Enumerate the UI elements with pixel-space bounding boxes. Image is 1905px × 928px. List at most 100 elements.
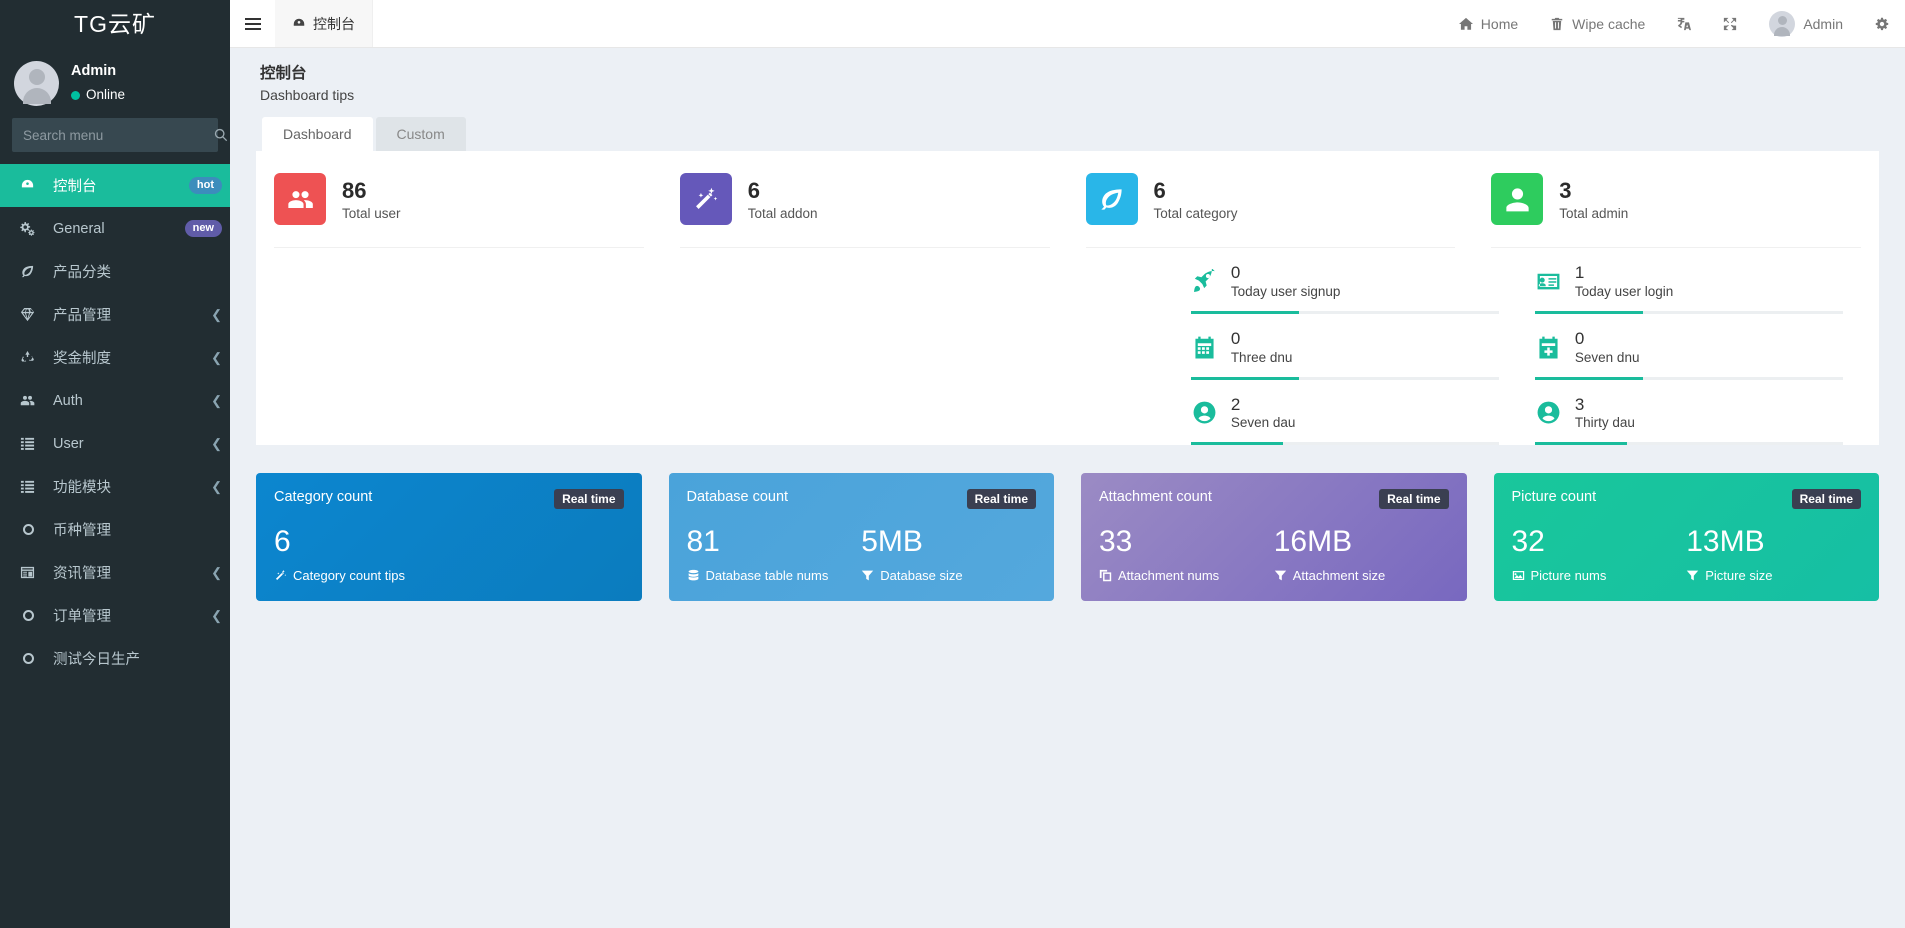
gradient-metric-label-wrap: Picture nums bbox=[1512, 568, 1687, 583]
mini-value: 1 bbox=[1574, 263, 1585, 283]
gradient-card-2: Attachment count Real time 33 Attachment nu… bbox=[1081, 473, 1467, 602]
sidebar-item-11[interactable]: 测试今日生产 bbox=[0, 637, 230, 680]
sidebar-item-0[interactable]: 控制台 hot bbox=[0, 164, 230, 207]
stat-label: Total category bbox=[1153, 205, 1238, 221]
stat-text: 6 Total category bbox=[1154, 178, 1238, 221]
navbar-item-label: Wipe cache bbox=[1572, 15, 1646, 32]
rocket-icon bbox=[1193, 269, 1215, 293]
sidebar-link[interactable]: 产品管理 ❮ bbox=[0, 293, 230, 336]
sidebar-item-3[interactable]: 产品管理 ❮ bbox=[0, 293, 230, 336]
tab-dashboard[interactable]: Dashboard bbox=[262, 117, 373, 152]
circle-icon bbox=[20, 653, 44, 664]
stat-icon-wrap bbox=[1085, 173, 1138, 226]
user-circle-icon bbox=[1193, 402, 1216, 424]
nav-tab-dashboard[interactable]: 控制台 bbox=[275, 0, 373, 47]
stat-value: 6 bbox=[1153, 177, 1166, 203]
chevron-left-icon: ❮ bbox=[211, 435, 222, 451]
sidebar-item-9[interactable]: 资讯管理 ❮ bbox=[0, 551, 230, 594]
sidebar-menu: 控制台 hot General new 产品分类 产品管理 ❮ 奖金制度 ❮ Auth ❮ User ❮… bbox=[0, 164, 230, 680]
sidebar-item-1[interactable]: General new bbox=[0, 207, 230, 250]
sidebar-item-label: 测试今日生产 bbox=[53, 652, 140, 668]
navbar-item-label: Admin bbox=[1803, 15, 1843, 32]
stat-text: 6 Total addon bbox=[748, 178, 818, 221]
mini-stat-4: 2 Seven dau bbox=[1173, 380, 1517, 446]
gears-icon bbox=[20, 221, 35, 236]
nav-tab-label: 控制台 bbox=[313, 15, 355, 32]
tab-custom[interactable]: Custom bbox=[375, 117, 466, 152]
gradient-card-title: Database count bbox=[686, 489, 789, 506]
sidebar-link[interactable]: 奖金制度 ❮ bbox=[0, 336, 230, 379]
brand-logo[interactable]: TG云矿 bbox=[0, 0, 230, 48]
mini-progress bbox=[1190, 442, 1499, 446]
search-input[interactable] bbox=[13, 127, 210, 143]
avatar bbox=[14, 60, 59, 106]
mini-progress bbox=[1534, 310, 1843, 314]
sidebar-item-label: 产品分类 bbox=[53, 265, 111, 281]
bars-icon[interactable] bbox=[230, 0, 275, 47]
gradient-metric-label-wrap: Attachment nums bbox=[1099, 568, 1274, 583]
sidebar-link[interactable]: 产品分类 bbox=[0, 250, 230, 293]
sidebar-link[interactable]: Auth ❮ bbox=[0, 379, 230, 422]
sidebar-link[interactable]: 测试今日生产 bbox=[0, 637, 230, 680]
navbar-item-wipe-cache[interactable]: Wipe cache bbox=[1534, 0, 1661, 47]
sidebar-search bbox=[0, 118, 230, 164]
clone-icon bbox=[1099, 570, 1112, 582]
stat-text: 86 Total user bbox=[342, 178, 401, 221]
navbar-item-language-icon[interactable] bbox=[1661, 0, 1707, 47]
gradient-metric-label-wrap: Database size bbox=[861, 568, 1036, 583]
app-root: TG云矿 Admin Online 控制台 hot General new 产品分类产品… bbox=[0, 0, 1905, 928]
mini-stats-grid: 0 Today user signup 1 Today user login 0 Thre… bbox=[1155, 248, 1861, 446]
gradient-metric-label: Attachment nums bbox=[1118, 568, 1220, 584]
mini-label: Seven dnu bbox=[1574, 349, 1640, 365]
sidebar-item-8[interactable]: 币种管理 bbox=[0, 508, 230, 551]
magic-icon bbox=[696, 187, 718, 209]
mini-value: 3 bbox=[1574, 394, 1585, 414]
mini-text: 0 Today user signup bbox=[1231, 264, 1341, 299]
stat-label: Total addon bbox=[747, 205, 818, 221]
sidebar-item-10[interactable]: 订单管理 ❮ bbox=[0, 594, 230, 637]
navbar-item-gear-icon[interactable] bbox=[1859, 0, 1905, 47]
gradient-metric: 32 Picture nums bbox=[1512, 525, 1687, 583]
search-icon[interactable] bbox=[210, 128, 230, 142]
stat-label: Total user bbox=[342, 205, 401, 221]
navbar-item-admin[interactable]: Admin bbox=[1753, 0, 1859, 47]
diamond-icon bbox=[20, 307, 35, 322]
navbar-item-fullscreen-icon[interactable] bbox=[1707, 0, 1753, 47]
sidebar-item-label: 产品管理 bbox=[53, 308, 111, 324]
sidebar-item-6[interactable]: User ❮ bbox=[0, 422, 230, 465]
mini-stat-0: 0 Today user signup bbox=[1173, 248, 1517, 314]
navbar-item-home[interactable]: Home bbox=[1443, 0, 1534, 47]
sidebar-item-7[interactable]: 功能模块 ❮ bbox=[0, 465, 230, 508]
mini-value: 0 bbox=[1574, 328, 1585, 348]
filter-icon bbox=[1687, 570, 1699, 581]
mini-stat-5: 3 Thirty dau bbox=[1517, 380, 1861, 446]
sidebar-link[interactable]: General new bbox=[0, 207, 230, 250]
gradient-metric-label: Category count tips bbox=[293, 568, 406, 584]
mini-stats-area: 0 Today user signup 1 Today user login 0 Thre… bbox=[256, 248, 1879, 446]
sidebar-item-2[interactable]: 产品分类 bbox=[0, 250, 230, 293]
gradient-metric-label: Attachment size bbox=[1292, 568, 1386, 584]
sidebar-link[interactable]: User ❮ bbox=[0, 422, 230, 465]
sidebar-item-4[interactable]: 奖金制度 ❮ bbox=[0, 336, 230, 379]
stat-card-1: 6 Total addon bbox=[662, 173, 1068, 249]
sidebar-item-5[interactable]: Auth ❮ bbox=[0, 379, 230, 422]
sidebar-link[interactable]: 订单管理 ❮ bbox=[0, 594, 230, 637]
trash-icon bbox=[1551, 17, 1563, 30]
mini-label: Seven dau bbox=[1230, 415, 1296, 431]
mini-value: 2 bbox=[1230, 394, 1241, 414]
dashboard-icon bbox=[293, 18, 305, 26]
mini-label: Three dnu bbox=[1230, 349, 1293, 365]
mini-stat-1: 1 Today user login bbox=[1517, 248, 1861, 314]
sidebar-link[interactable]: 币种管理 bbox=[0, 508, 230, 551]
sidebar-link[interactable]: 功能模块 ❮ bbox=[0, 465, 230, 508]
mini-stat-2: 0 Three dnu bbox=[1173, 314, 1517, 380]
navbar-item-label: Home bbox=[1480, 15, 1519, 32]
calendar-plus-icon bbox=[1539, 336, 1558, 359]
users-icon bbox=[287, 190, 313, 208]
gradient-metric-empty bbox=[449, 525, 624, 583]
image-icon bbox=[1512, 571, 1524, 581]
sidebar-link[interactable]: 控制台 hot bbox=[0, 164, 230, 207]
mini-icon-wrap bbox=[1535, 268, 1562, 295]
sidebar-link[interactable]: 资讯管理 ❮ bbox=[0, 551, 230, 594]
